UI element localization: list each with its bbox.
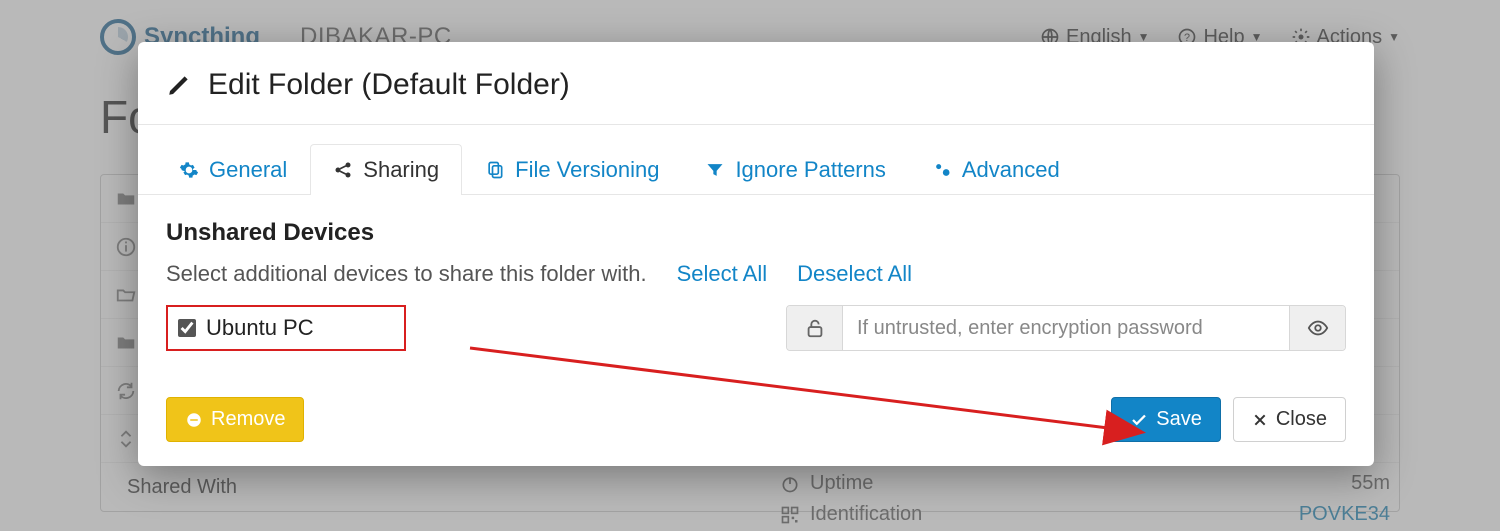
modal-header: Edit Folder (Default Folder)	[138, 42, 1374, 124]
close-icon	[1252, 412, 1268, 428]
cog-icon	[179, 160, 199, 180]
close-button[interactable]: Close	[1233, 397, 1346, 442]
encryption-password-group	[786, 305, 1346, 351]
tab-file-versioning-label: File Versioning	[515, 157, 659, 183]
pencil-icon	[166, 72, 192, 98]
tab-ignore-patterns[interactable]: Ignore Patterns	[682, 144, 908, 195]
tab-general-label: General	[209, 157, 287, 183]
modal-tabs: General Sharing File Versioning Ignore P…	[138, 125, 1374, 195]
help-text: Select additional devices to share this …	[166, 261, 647, 287]
modal-footer: Remove Save Close	[138, 375, 1374, 466]
tab-advanced-label: Advanced	[962, 157, 1060, 183]
edit-folder-modal: Edit Folder (Default Folder) General Sha…	[138, 42, 1374, 466]
deselect-all-link[interactable]: Deselect All	[797, 261, 912, 287]
tab-file-versioning[interactable]: File Versioning	[462, 144, 682, 195]
cogs-icon	[932, 160, 952, 180]
encryption-password-input[interactable]	[843, 306, 1289, 350]
device-checkbox-group[interactable]: Ubuntu PC	[166, 305, 406, 351]
check-icon	[1130, 411, 1148, 429]
close-button-label: Close	[1276, 408, 1327, 431]
device-checkbox[interactable]	[178, 319, 196, 337]
tab-sharing-label: Sharing	[363, 157, 439, 183]
tab-general[interactable]: General	[156, 144, 310, 195]
unlock-icon	[787, 306, 843, 350]
tab-sharing[interactable]: Sharing	[310, 144, 462, 195]
select-all-link[interactable]: Select All	[677, 261, 768, 287]
save-button-label: Save	[1156, 408, 1202, 431]
help-row: Select additional devices to share this …	[166, 261, 1346, 287]
device-share-row: Ubuntu PC	[166, 305, 1346, 351]
share-icon	[333, 160, 353, 180]
modal-title: Edit Folder (Default Folder)	[208, 68, 570, 102]
tab-advanced[interactable]: Advanced	[909, 144, 1083, 195]
section-heading: Unshared Devices	[166, 219, 1346, 247]
minus-circle-icon	[185, 411, 203, 429]
tab-ignore-patterns-label: Ignore Patterns	[735, 157, 885, 183]
device-name-label: Ubuntu PC	[206, 315, 314, 341]
filter-icon	[705, 160, 725, 180]
modal-body: Unshared Devices Select additional devic…	[138, 195, 1374, 375]
save-button[interactable]: Save	[1111, 397, 1221, 442]
copy-icon	[485, 160, 505, 180]
remove-button[interactable]: Remove	[166, 397, 304, 442]
toggle-password-visibility[interactable]	[1289, 306, 1345, 350]
remove-button-label: Remove	[211, 408, 285, 431]
